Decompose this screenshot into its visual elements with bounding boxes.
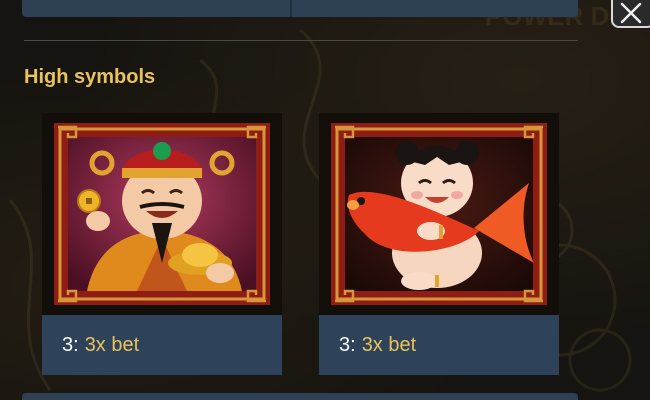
paytable-screen: POWER DRAGONS High symbols xyxy=(0,0,650,400)
next-panel xyxy=(22,393,578,400)
symbol-payout: 3x bet xyxy=(361,333,417,356)
previous-panel xyxy=(22,0,578,17)
close-button[interactable] xyxy=(611,0,650,28)
symbol-payout: 3x bet xyxy=(84,333,140,356)
close-icon xyxy=(620,2,642,24)
payout-row: 3: 3x bet xyxy=(319,315,559,375)
symbol-image xyxy=(42,113,282,315)
symbol-card-god-of-wealth: 3: 3x bet xyxy=(42,113,282,375)
symbol-card-child-with-koi: 3: 3x bet xyxy=(319,113,559,375)
symbol-count: 3: xyxy=(339,333,356,356)
section-title: High symbols xyxy=(24,66,156,88)
payout-row: 3: 3x bet xyxy=(42,315,282,375)
symbol-image xyxy=(319,113,559,315)
section-divider xyxy=(24,40,578,41)
child-with-koi-fish-icon xyxy=(319,113,559,315)
symbol-count: 3: xyxy=(62,333,79,356)
god-of-wealth-icon xyxy=(42,113,282,315)
